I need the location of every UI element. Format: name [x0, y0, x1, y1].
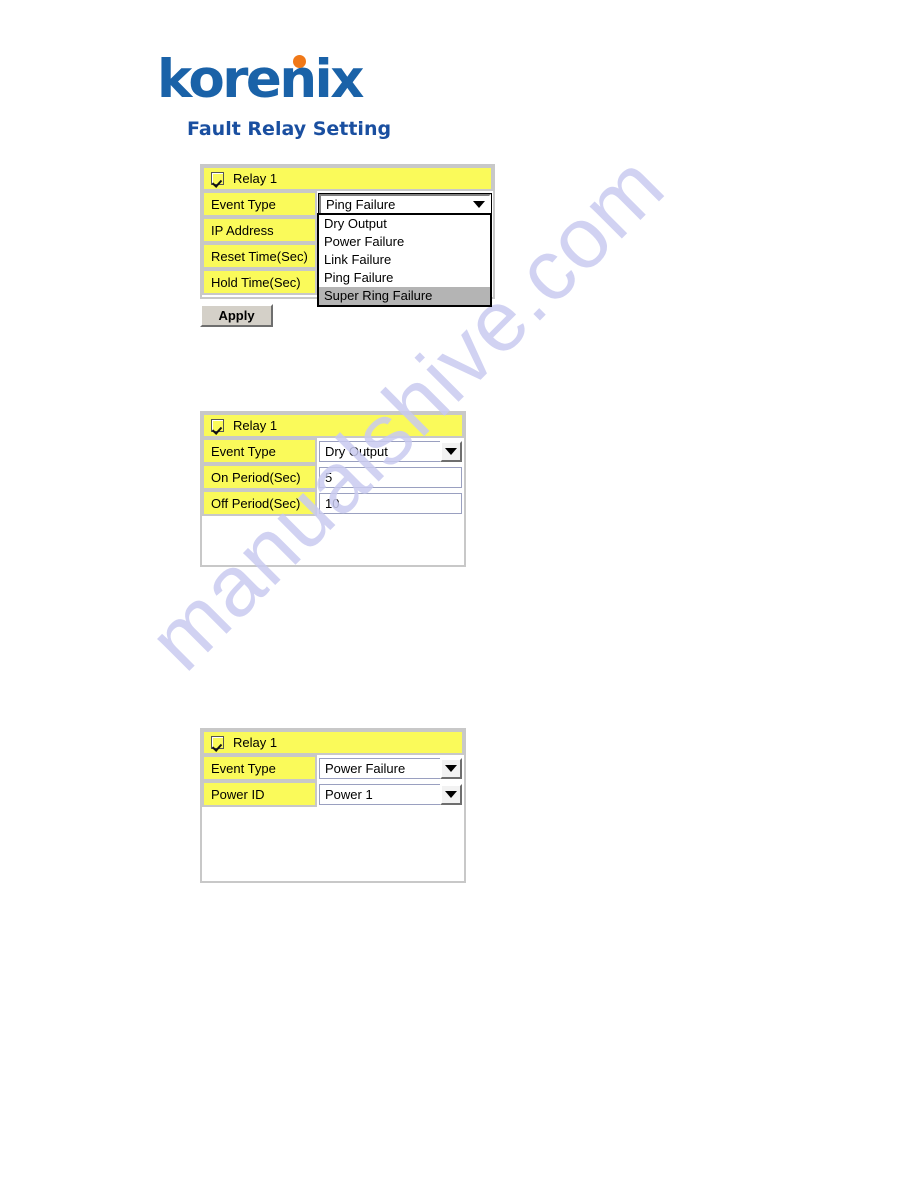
field-label-off-period: Off Period(Sec): [202, 490, 317, 516]
event-type-select-value: Dry Output: [319, 440, 440, 462]
relay-enable-row[interactable]: Relay 1: [202, 413, 464, 438]
event-type-select[interactable]: Power Failure: [319, 757, 462, 779]
dropdown-option-selected[interactable]: Super Ring Failure: [319, 287, 490, 305]
relay-enable-row[interactable]: Relay 1: [202, 730, 464, 755]
chevron-down-icon: [445, 764, 457, 772]
apply-button[interactable]: Apply: [200, 304, 273, 327]
event-type-select-value: Power Failure: [319, 757, 440, 779]
dropdown-option[interactable]: Link Failure: [319, 251, 490, 269]
chevron-down-button[interactable]: [440, 783, 462, 805]
dropdown-option[interactable]: Power Failure: [319, 233, 490, 251]
chevron-down-icon: [473, 200, 485, 208]
page-title: Fault Relay Setting: [187, 118, 392, 140]
field-cell-event-type: Dry Output: [317, 438, 464, 464]
table-row: Power ID Power 1: [202, 781, 464, 807]
off-period-input[interactable]: 10: [319, 492, 462, 514]
event-type-select[interactable]: Dry Output: [319, 440, 462, 462]
field-label-ip-address: IP Address: [202, 217, 317, 243]
table-row: Event Type Dry Output: [202, 438, 464, 464]
table-row: Off Period(Sec) 10: [202, 490, 464, 516]
relay-enable-checkbox[interactable]: [211, 172, 224, 185]
relay-enable-label: Relay 1: [233, 734, 278, 750]
power-id-select[interactable]: Power 1: [319, 783, 462, 805]
field-cell-off-period: 10: [317, 490, 464, 516]
relay-enable-checkbox[interactable]: [211, 419, 224, 432]
on-period-input[interactable]: 5: [319, 466, 462, 488]
chevron-down-button[interactable]: [440, 440, 462, 462]
relay-panel-power-failure: Relay 1 Event Type Power Failure Power I…: [200, 728, 466, 883]
chevron-down-button[interactable]: [440, 757, 462, 779]
table-row: On Period(Sec) 5: [202, 464, 464, 490]
relay-panel-dry-output: Relay 1 Event Type Dry Output On Period(…: [200, 411, 466, 567]
field-label-reset-time: Reset Time(Sec): [202, 243, 317, 269]
dropdown-option[interactable]: Dry Output: [319, 215, 490, 233]
relay-enable-checkbox[interactable]: [211, 736, 224, 749]
brand-header: korenix Fault Relay Setting: [157, 52, 391, 141]
relay-enable-label: Relay 1: [233, 417, 278, 433]
field-cell-power-id: Power 1: [317, 781, 464, 807]
relay-enable-row[interactable]: Relay 1: [202, 166, 493, 191]
korenix-logo: korenix: [157, 52, 391, 108]
logo-orange-dot-icon: [293, 55, 306, 68]
chevron-down-icon: [445, 790, 457, 798]
relay-enable-label: Relay 1: [233, 170, 278, 186]
field-label-hold-time: Hold Time(Sec): [202, 269, 317, 295]
logo-wordmark-text: korenix: [157, 49, 364, 110]
table-row: Event Type Power Failure: [202, 755, 464, 781]
field-label-on-period: On Period(Sec): [202, 464, 317, 490]
field-cell-event-type: Power Failure: [317, 755, 464, 781]
field-label-event-type: Event Type: [202, 191, 317, 217]
event-type-dropdown-list[interactable]: Dry Output Power Failure Link Failure Pi…: [317, 213, 492, 307]
field-label-event-type: Event Type: [202, 755, 317, 781]
event-type-select[interactable]: Ping Failure: [318, 192, 492, 216]
field-label-power-id: Power ID: [202, 781, 317, 807]
event-type-select-value: Ping Failure: [326, 196, 396, 212]
dropdown-option[interactable]: Ping Failure: [319, 269, 490, 287]
chevron-down-icon: [445, 447, 457, 455]
field-label-event-type: Event Type: [202, 438, 317, 464]
field-cell-on-period: 5: [317, 464, 464, 490]
power-id-select-value: Power 1: [319, 783, 440, 805]
